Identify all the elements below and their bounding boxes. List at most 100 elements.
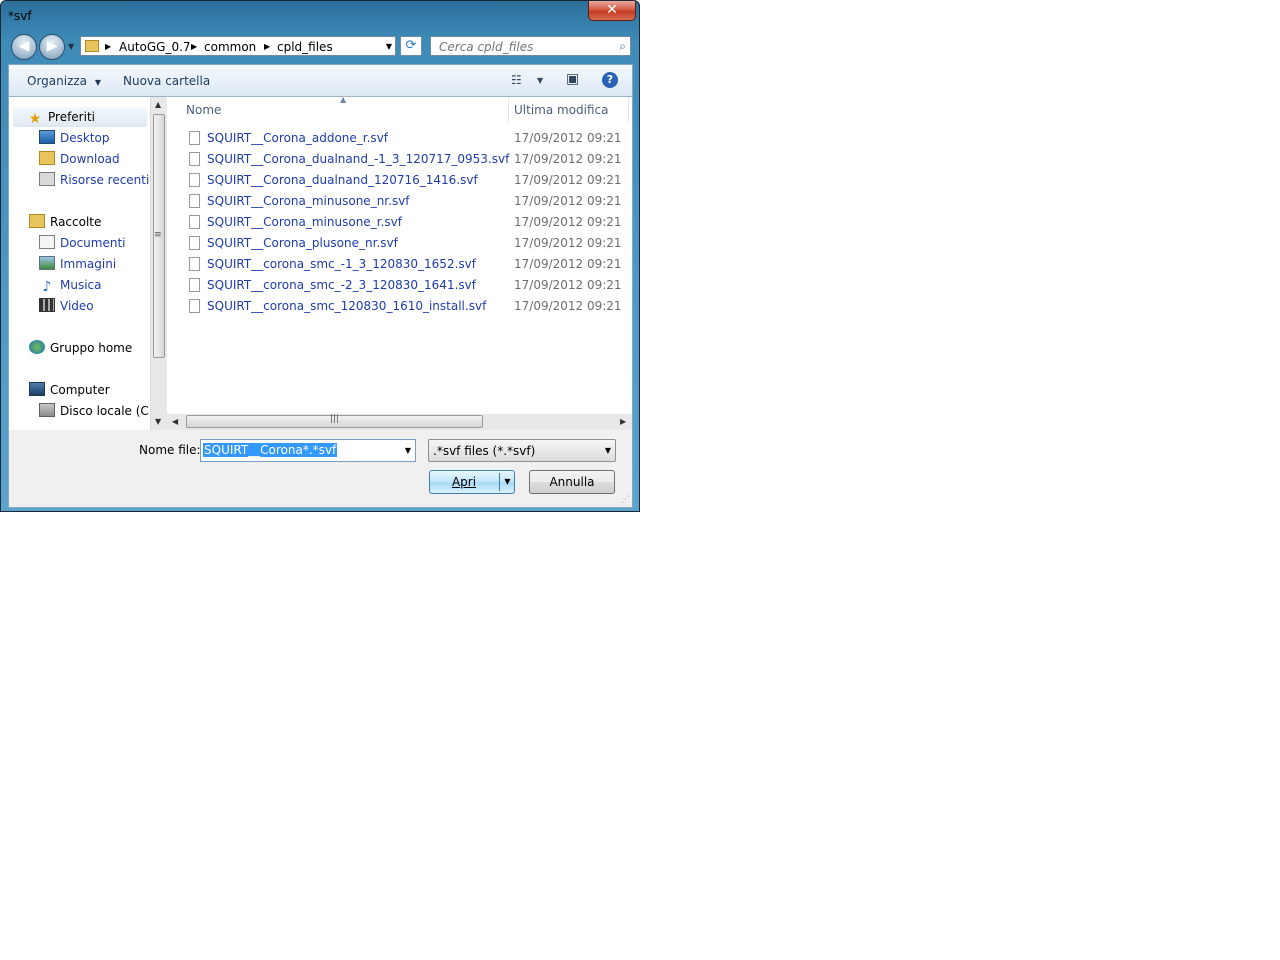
- address-history-chevron-down-icon[interactable]: ▼: [386, 42, 392, 51]
- scrollbar-grip-icon: |||: [330, 414, 340, 424]
- file-modified-date: 17/09/2012 09:21: [514, 215, 622, 229]
- search-input[interactable]: [437, 39, 611, 55]
- filetype-chevron-down-icon[interactable]: ▼: [605, 446, 611, 455]
- file-list-horizontal-scrollbar[interactable]: ◀ ||| ▶: [167, 414, 632, 430]
- desktop-icon: [39, 130, 55, 144]
- file-modified-date: 17/09/2012 09:21: [514, 194, 622, 208]
- video-icon: [39, 298, 55, 312]
- refresh-icon: ⟳: [405, 38, 417, 53]
- filename-chevron-down-icon[interactable]: ▼: [405, 446, 411, 455]
- file-row[interactable]: SQUIRT__corona_smc_120830_1610_install.s…: [187, 296, 622, 316]
- help-icon: ?: [606, 73, 614, 86]
- view-list-icon: ☷: [511, 73, 522, 87]
- filename-combobox[interactable]: SQUIRT__Corona*.*svf ▼: [200, 439, 416, 462]
- file-icon: [189, 236, 200, 250]
- dialog-client-area: Organizza ▼ Nuova cartella ☷ ▼ ▣ ? ★ Pref…: [8, 64, 633, 508]
- breadcrumb-separator-icon[interactable]: ▶: [264, 42, 270, 51]
- search-icon[interactable]: ⌕: [619, 39, 626, 54]
- filename-input[interactable]: SQUIRT__Corona*.*svf: [203, 443, 338, 457]
- tree-item-libraries[interactable]: Raccolte: [29, 212, 101, 232]
- tree-label: Gruppo home: [50, 341, 133, 355]
- search-box[interactable]: ⌕: [430, 36, 631, 56]
- change-view-button[interactable]: ☷: [511, 73, 522, 87]
- tree-label: Disco locale (C:): [60, 404, 158, 418]
- scroll-up-icon[interactable]: ▲: [155, 100, 161, 109]
- file-row[interactable]: SQUIRT__Corona_dualnand_-1_3_120717_0953…: [187, 149, 622, 169]
- tree-label: Download: [60, 152, 120, 166]
- file-open-dialog: *svf ✕ ◀ ▶ ▼ ▶ AutoGG_0.7 ▶ common ▶ cpl…: [0, 0, 640, 512]
- file-name: SQUIRT__corona_smc_120830_1610_install.s…: [207, 299, 487, 313]
- navigation-bar: ◀ ▶ ▼ ▶ AutoGG_0.7 ▶ common ▶ cpld_files…: [9, 33, 633, 61]
- refresh-button[interactable]: ⟳: [400, 36, 422, 56]
- title-bar[interactable]: *svf ✕: [1, 1, 639, 29]
- help-button[interactable]: ?: [602, 72, 618, 88]
- breadcrumb-separator-icon[interactable]: ▶: [105, 42, 111, 51]
- tree-item-documents[interactable]: Documenti: [39, 233, 126, 253]
- column-divider[interactable]: [508, 97, 509, 123]
- file-row[interactable]: SQUIRT__corona_smc_-1_3_120830_1652.svf 1…: [187, 254, 622, 274]
- tree-item-download[interactable]: Download: [39, 149, 120, 169]
- file-row[interactable]: SQUIRT__Corona_minusone_nr.svf 17/09/2012…: [187, 191, 622, 211]
- breadcrumb-autogg[interactable]: AutoGG_0.7: [119, 40, 191, 54]
- breadcrumb-common[interactable]: common: [204, 40, 256, 54]
- file-icon: [189, 257, 200, 271]
- scroll-left-icon[interactable]: ◀: [172, 417, 178, 426]
- file-name: SQUIRT__Corona_minusone_nr.svf: [207, 194, 410, 208]
- open-options-chevron-down-icon[interactable]: ▼: [499, 473, 515, 491]
- resize-grip-icon[interactable]: ⋰: [621, 495, 630, 505]
- file-name: SQUIRT__Corona_dualnand_-1_3_120717_0953…: [207, 152, 510, 166]
- tree-item-local-disk[interactable]: Disco locale (C:): [39, 401, 158, 421]
- organize-menu-button[interactable]: Organizza ▼: [27, 74, 101, 88]
- tree-item-pictures[interactable]: Immagini: [39, 254, 116, 274]
- tree-label: Risorse recenti: [60, 173, 150, 187]
- forward-button[interactable]: ▶: [39, 34, 65, 60]
- dialog-footer: Nome file: SQUIRT__Corona*.*svf ▼ .*svf …: [9, 430, 632, 507]
- filetype-select[interactable]: .*svf files (*.*svf) ▼: [428, 439, 616, 462]
- tree-label: Musica: [60, 278, 102, 292]
- back-arrow-icon: ◀: [18, 38, 30, 54]
- file-row[interactable]: SQUIRT__Corona_plusone_nr.svf 17/09/2012 …: [187, 233, 622, 253]
- music-icon: ♪: [42, 279, 52, 295]
- view-options-chevron-down-icon[interactable]: ▼: [537, 76, 543, 85]
- window-title: *svf: [8, 9, 32, 23]
- new-folder-button[interactable]: Nuova cartella: [123, 74, 210, 88]
- tree-item-homegroup[interactable]: Gruppo home: [29, 338, 132, 358]
- tree-label: Raccolte: [50, 215, 102, 229]
- tree-label: Video: [60, 299, 94, 313]
- scroll-right-icon[interactable]: ▶: [620, 417, 626, 426]
- file-row[interactable]: SQUIRT__Corona_addone_r.svf 17/09/2012 09…: [187, 128, 622, 148]
- breadcrumb-separator-icon[interactable]: ▶: [191, 42, 197, 51]
- forward-arrow-icon: ▶: [46, 38, 58, 54]
- column-header-name[interactable]: Nome: [186, 97, 221, 123]
- sort-ascending-icon: ▲: [340, 95, 347, 104]
- tree-item-recent-places[interactable]: Risorse recenti: [39, 170, 149, 190]
- open-button[interactable]: Apri ▼: [429, 470, 515, 494]
- file-row[interactable]: SQUIRT__Corona_minusone_r.svf 17/09/2012 …: [187, 212, 622, 232]
- navigation-pane-scrollbar[interactable]: ▲ ≡ ▼: [150, 97, 167, 430]
- preview-pane-button[interactable]: ▣: [566, 71, 579, 87]
- close-button[interactable]: ✕: [588, 1, 636, 21]
- tree-item-music[interactable]: ♪ Musica: [39, 275, 102, 295]
- file-icon: [189, 194, 200, 208]
- recent-locations-chevron-down-icon[interactable]: ▼: [68, 42, 74, 51]
- pictures-icon: [39, 256, 55, 270]
- command-bar: Organizza ▼ Nuova cartella ☷ ▼ ▣ ?: [9, 65, 632, 97]
- file-row[interactable]: SQUIRT__corona_smc_-2_3_120830_1641.svf 1…: [187, 275, 622, 295]
- back-button[interactable]: ◀: [11, 34, 37, 60]
- file-modified-date: 17/09/2012 09:21: [514, 173, 622, 187]
- tree-item-favorites[interactable]: ★ Preferiti: [13, 107, 147, 127]
- address-bar[interactable]: ▶ AutoGG_0.7 ▶ common ▶ cpld_files ▼: [80, 36, 396, 56]
- folder-icon: [85, 40, 99, 52]
- file-modified-date: 17/09/2012 09:21: [514, 131, 622, 145]
- tree-item-desktop[interactable]: Desktop: [39, 128, 110, 148]
- breadcrumb-cpld-files[interactable]: cpld_files: [277, 40, 333, 54]
- local-disk-icon: [39, 403, 55, 417]
- tree-item-video[interactable]: Video: [39, 296, 94, 316]
- recent-places-icon: [39, 172, 55, 186]
- cancel-button[interactable]: Annulla: [529, 470, 615, 494]
- scroll-down-icon[interactable]: ▼: [155, 417, 161, 426]
- tree-item-computer[interactable]: Computer: [29, 380, 110, 400]
- column-header-modified[interactable]: Ultima modifica: [514, 97, 609, 123]
- file-row[interactable]: SQUIRT__Corona_dualnand_120716_1416.svf 1…: [187, 170, 622, 190]
- column-divider[interactable]: [628, 97, 629, 123]
